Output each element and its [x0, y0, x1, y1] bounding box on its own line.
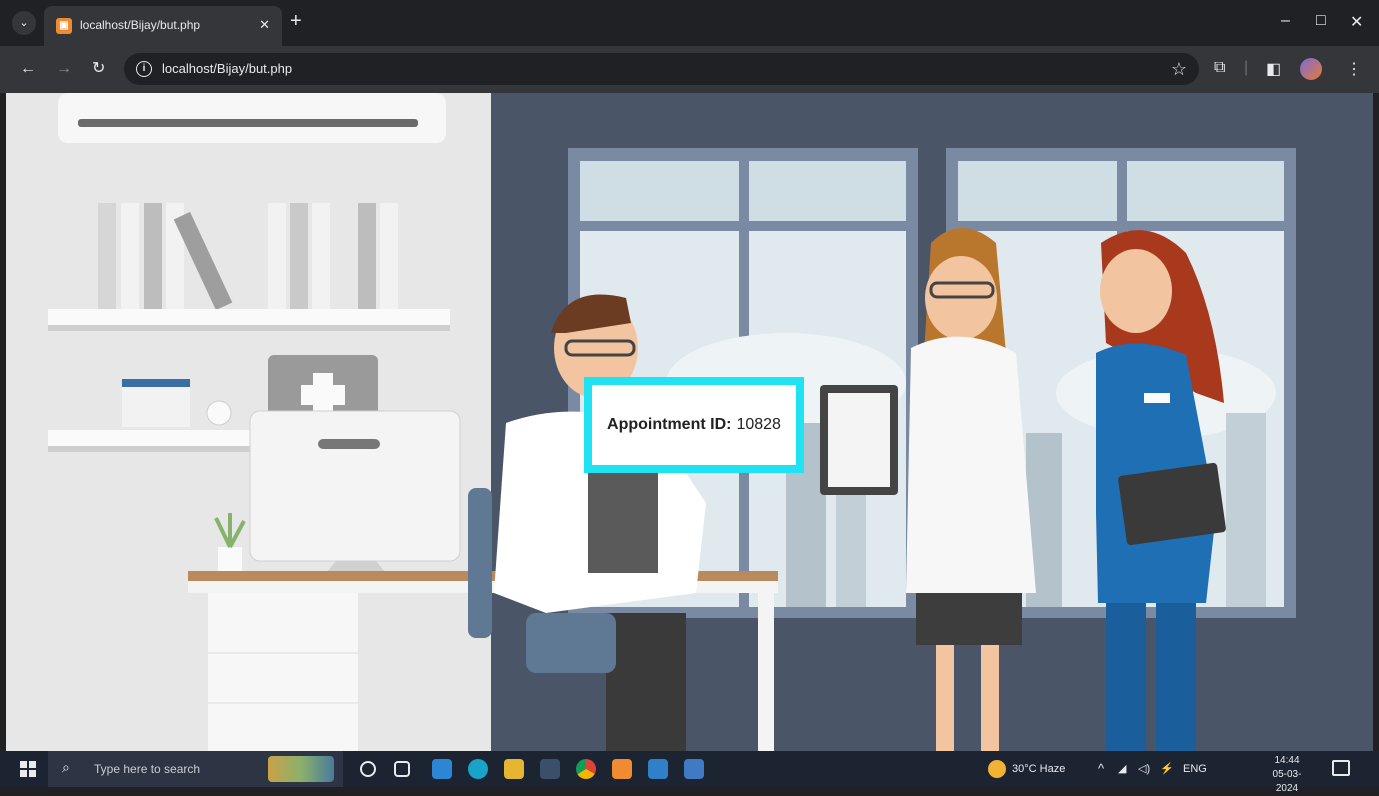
photos-icon[interactable] — [684, 759, 704, 779]
browser-tab[interactable]: ▣ localhost/Bijay/but.php ✕ — [44, 6, 282, 46]
chrome-icon[interactable] — [576, 759, 596, 779]
clock-time: 14:44 — [1274, 755, 1300, 766]
url-text[interactable]: localhost/Bijay/but.php — [162, 61, 292, 76]
cortana-icon[interactable] — [360, 761, 376, 777]
notification-icon[interactable] — [1332, 760, 1350, 776]
task-view-icon[interactable] — [394, 761, 410, 777]
language-indicator[interactable]: ENG — [1183, 763, 1207, 775]
minimize-button[interactable]: – — [1281, 12, 1290, 30]
weather-text[interactable]: 30°C Haze — [1012, 763, 1065, 775]
side-panel-icon[interactable]: ◧ — [1266, 59, 1281, 79]
windows-start-icon[interactable] — [20, 761, 36, 777]
search-icon: ⌕ — [62, 759, 70, 775]
vscode-icon[interactable] — [648, 759, 668, 779]
reload-icon[interactable]: ↻ — [92, 60, 105, 78]
air-conditioner — [58, 93, 446, 143]
tab-title: localhost/Bijay/but.php — [80, 18, 201, 32]
appointment-card: Appointment ID: 10828 — [584, 377, 804, 473]
volume-icon[interactable]: ◁) — [1138, 762, 1150, 775]
close-tab-icon[interactable]: ✕ — [259, 17, 270, 33]
chevron-up-icon[interactable]: ^ — [1098, 761, 1104, 776]
clock[interactable]: 14:44 05-03-2024 — [1263, 754, 1311, 796]
tab-strip: ⌄ ▣ localhost/Bijay/but.php ✕ + – □ ✕ — [0, 0, 1379, 46]
mail-icon[interactable] — [432, 759, 452, 779]
menu-icon[interactable]: ⋮ — [1346, 59, 1362, 79]
maximize-button[interactable]: □ — [1316, 12, 1326, 30]
edge-icon[interactable] — [468, 759, 488, 779]
browser-toolbar: ← → ↻ i localhost/Bijay/but.php ☆ ⧉ | ◧ … — [0, 46, 1379, 93]
favicon-icon: ▣ — [56, 18, 72, 34]
xampp-icon[interactable] — [612, 759, 632, 779]
battery-icon[interactable]: ⚡ — [1160, 762, 1174, 775]
clock-date: 05-03-2024 — [1272, 769, 1302, 794]
forward-icon[interactable]: → — [56, 60, 72, 78]
extensions-icon[interactable]: ⧉ — [1214, 59, 1225, 77]
network-icon[interactable]: ◢ — [1118, 762, 1126, 775]
page-background: Appointment ID: 10828 — [6, 93, 1373, 751]
monitor — [249, 410, 461, 573]
tab-search-icon[interactable]: ⌄ — [12, 11, 36, 35]
appointment-id: 10828 — [736, 416, 781, 433]
search-placeholder[interactable]: Type here to search — [94, 762, 200, 776]
new-tab-icon[interactable]: + — [290, 11, 302, 31]
bookmark-star-icon[interactable]: ☆ — [1171, 59, 1187, 80]
toolbar-divider: | — [1244, 59, 1249, 76]
address-bar[interactable]: i localhost/Bijay/but.php ☆ — [124, 53, 1199, 85]
windows-taskbar: ⌕ Type here to search 30°C Haze ^ ◢ ◁) ⚡… — [0, 751, 1379, 794]
taskbar-search[interactable]: ⌕ Type here to search — [48, 751, 343, 787]
search-highlight-image — [268, 756, 334, 782]
close-window-button[interactable]: ✕ — [1350, 12, 1363, 32]
profile-icon[interactable] — [1300, 58, 1322, 80]
file-explorer-icon[interactable] — [504, 759, 524, 779]
appointment-label: Appointment ID: — [607, 416, 732, 433]
weather-icon[interactable] — [988, 760, 1006, 778]
store-icon[interactable] — [540, 759, 560, 779]
site-info-icon[interactable]: i — [136, 61, 152, 77]
back-icon[interactable]: ← — [20, 60, 36, 78]
